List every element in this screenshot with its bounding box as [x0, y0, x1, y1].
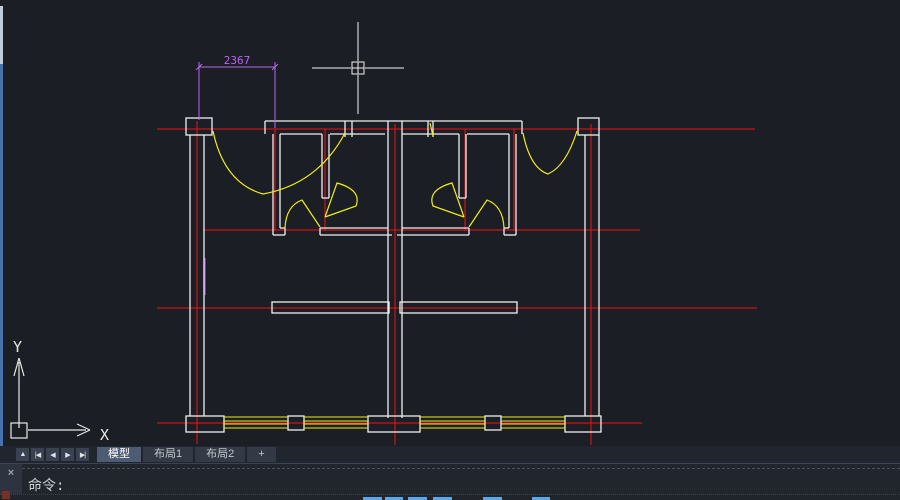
drawing-canvas[interactable]: 2367 Y X: [0, 0, 900, 446]
cad-window: 2367 Y X ▲|◀◀▶▶| 模型布局1布局2+ × 命令:: [0, 0, 900, 500]
command-line-panel: × 命令:: [0, 463, 900, 494]
dimension-text: 2367: [224, 54, 251, 67]
crosshair-aperture: [352, 62, 358, 68]
command-prompt: 命令:: [28, 478, 64, 494]
ucs-icon: [77, 424, 90, 430]
tabnav-first-button[interactable]: |◀: [31, 448, 44, 461]
floor-plan-drawing: 2367 Y X: [0, 0, 900, 446]
left-scrollbar-thumb[interactable]: [0, 64, 3, 456]
wall-pier: [578, 118, 599, 135]
tabnav-last-button[interactable]: ▶|: [76, 448, 89, 461]
close-icon[interactable]: ×: [8, 467, 14, 479]
wall-pier: [186, 416, 224, 432]
ucs-icon: [77, 430, 90, 436]
tab-model[interactable]: 模型: [97, 447, 141, 462]
tabnav-next-button[interactable]: ▶: [61, 448, 74, 461]
command-gutter: ×: [0, 464, 22, 494]
tab-layout1[interactable]: 布局1: [143, 447, 193, 462]
status-indicator: [2, 491, 10, 499]
wall-pier: [186, 118, 212, 135]
crosshair-aperture: [358, 68, 364, 74]
wall-pier: [368, 416, 420, 432]
tabnav-menu-up-button[interactable]: ▲: [16, 448, 29, 461]
crosshair-aperture: [358, 62, 364, 68]
ucs-x-label: X: [100, 426, 109, 444]
layout-tabs: 模型布局1布局2+: [97, 447, 276, 462]
tabnav-prev-button[interactable]: ◀: [46, 448, 59, 461]
tab-nav-buttons: ▲|◀◀▶▶|: [16, 448, 89, 461]
door-swing-arc: [523, 131, 577, 174]
layout-tab-bar: ▲|◀◀▶▶| 模型布局1布局2+: [0, 446, 900, 463]
wall-pier: [565, 416, 601, 432]
ucs-icon: [14, 358, 19, 376]
door-swing-arc: [285, 200, 320, 228]
door-swing-arc: [469, 200, 504, 228]
left-scrollbar-track[interactable]: [0, 6, 3, 64]
crosshair-aperture: [352, 68, 358, 74]
ucs-icon: [19, 358, 24, 376]
ucs-y-label: Y: [13, 338, 22, 356]
tab-new-layout[interactable]: +: [247, 447, 275, 462]
door-swing-arc: [325, 183, 357, 217]
command-input[interactable]: 命令:: [22, 468, 900, 494]
status-bar: [0, 494, 900, 500]
tab-layout2[interactable]: 布局2: [195, 447, 245, 462]
